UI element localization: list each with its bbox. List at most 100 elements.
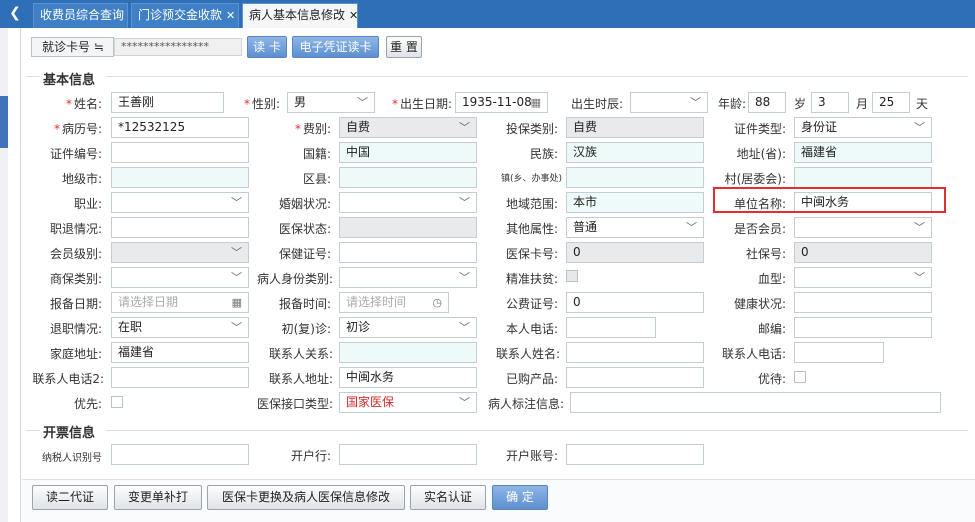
taxpayer-input[interactable]	[111, 444, 249, 465]
reprint-change-button[interactable]: 变更单补打	[114, 485, 202, 510]
other-attr-select[interactable]: 普通 ﹀	[566, 217, 704, 238]
reset-button[interactable]: 重 置	[386, 36, 422, 58]
nationality-input[interactable]: 中国	[339, 142, 477, 163]
section-divider	[26, 430, 40, 431]
contact-rel-label: 联系人关系:	[268, 347, 333, 361]
poverty-label: 精准扶贫:	[505, 272, 558, 286]
account-input[interactable]	[566, 444, 704, 465]
contact-phone2-label: 联系人电话2:	[32, 372, 104, 386]
bought-input[interactable]	[566, 367, 704, 388]
read-id-card-button[interactable]: 读二代证	[32, 485, 108, 510]
bank-input[interactable]	[339, 444, 477, 465]
chevron-down-icon: ﹀	[357, 96, 368, 109]
confirm-button[interactable]: 确 定	[492, 485, 548, 510]
section-title-basic: 基本信息	[43, 73, 96, 88]
province-input[interactable]: 福建省	[794, 142, 932, 163]
tab-label: 门诊预交金收款	[138, 8, 223, 22]
zip-input[interactable]	[794, 317, 932, 338]
tab-cashier-query[interactable]: 收费员综合查询	[33, 3, 128, 28]
priority-checkbox[interactable]	[111, 396, 123, 408]
card-no-value[interactable]: ****************	[114, 38, 242, 56]
phone-input[interactable]	[566, 317, 656, 338]
health-no-input[interactable]	[339, 242, 477, 263]
county-input[interactable]	[339, 167, 477, 188]
account-label: 开户账号:	[505, 449, 558, 463]
calendar-icon[interactable]: ▦	[531, 93, 541, 112]
vip-checkbox[interactable]	[794, 371, 806, 383]
health-status-label: 健康状况:	[733, 297, 786, 311]
age-months-input[interactable]: 3	[811, 92, 849, 113]
report-date-input[interactable]: 请选择日期 ▦	[111, 292, 249, 313]
report-time-input[interactable]: 请选择时间 ◷	[339, 292, 449, 313]
is-member-label: 是否会员:	[733, 222, 786, 236]
public-no-input[interactable]: 0	[566, 292, 704, 313]
ins-iface-label: 医保接口类型:	[256, 397, 333, 411]
left-sidebar-strip	[0, 28, 8, 522]
title-input[interactable]	[111, 217, 249, 238]
priority-label: 优先:	[73, 397, 102, 411]
ins-iface-select[interactable]: 国家医保 ﹀	[339, 392, 477, 413]
ecard-read-button[interactable]: 电子凭证读卡	[292, 36, 379, 58]
contact-rel-input[interactable]	[339, 342, 477, 363]
contact-phone2-input[interactable]	[111, 367, 249, 388]
close-icon[interactable]: ✕	[349, 9, 358, 22]
fee-type-select[interactable]: 自费 ﹀	[339, 117, 477, 138]
read-card-button[interactable]: 读 卡	[247, 36, 287, 58]
age-years-input[interactable]: 88	[748, 92, 786, 113]
real-name-auth-button[interactable]: 实名认证	[410, 485, 486, 510]
region-label: 地域范围:	[505, 197, 558, 211]
blood-select[interactable]: ﹀	[794, 267, 932, 288]
clock-icon[interactable]: ◷	[432, 293, 442, 312]
village-input[interactable]	[794, 167, 932, 188]
comm-ins-label: 商保类别:	[49, 272, 102, 286]
city-input[interactable]	[111, 167, 249, 188]
age-days-input[interactable]: 25	[872, 92, 910, 113]
phone-label: 本人电话:	[505, 322, 558, 336]
is-member-select[interactable]: ﹀	[794, 217, 932, 238]
tab-patient-info[interactable]: 病人基本信息修改 ✕	[242, 3, 358, 28]
report-time-label: 报备时间:	[278, 297, 331, 311]
patient-tag-label: 病人标注信息:	[487, 397, 564, 411]
contact-addr-input[interactable]: 中闽水务	[339, 367, 477, 388]
contact-name-input[interactable]	[566, 342, 704, 363]
close-icon[interactable]: ✕	[226, 9, 235, 22]
public-no-label: 公费证号:	[505, 297, 558, 311]
poverty-checkbox[interactable]	[566, 270, 578, 282]
dob-input[interactable]: 1935-11-08 ▦	[455, 92, 548, 113]
sex-select[interactable]: 男 ﹀	[287, 92, 375, 113]
cert-no-input[interactable]	[111, 142, 249, 163]
sidebar-marker	[0, 96, 8, 148]
chevron-down-icon: ﹀	[231, 271, 242, 284]
ethnic-input[interactable]: 汉族	[566, 142, 704, 163]
comm-ins-select[interactable]: ﹀	[111, 267, 249, 288]
member-level-select[interactable]: ﹀	[111, 242, 249, 263]
patient-tag-input[interactable]	[570, 392, 941, 413]
region-input[interactable]: 本市	[566, 192, 704, 213]
report-date-label: 报备日期:	[49, 297, 102, 311]
patient-id-type-select[interactable]: ﹀	[339, 267, 477, 288]
home-addr-input[interactable]: 福建省	[111, 342, 249, 363]
cert-type-select[interactable]: 身份证 ﹀	[794, 117, 932, 138]
chevron-down-icon: ﹀	[459, 396, 470, 409]
birth-time-select[interactable]: ﹀	[630, 92, 708, 113]
tab-prepayment[interactable]: 门诊预交金收款 ✕	[131, 3, 239, 28]
back-arrow-icon[interactable]: ❮	[0, 0, 30, 28]
retire-select[interactable]: 在职 ﹀	[111, 317, 249, 338]
calendar-icon[interactable]: ▦	[232, 293, 242, 312]
visit-type-select[interactable]: 初诊 ﹀	[339, 317, 477, 338]
card-no-label: 就诊卡号 ≒	[31, 37, 114, 57]
name-input[interactable]: 王善刚	[111, 92, 224, 113]
age-label: 年龄:	[717, 97, 746, 111]
contact-phone-label: 联系人电话:	[721, 347, 786, 361]
health-status-input[interactable]	[794, 292, 932, 313]
town-input[interactable]	[566, 167, 704, 188]
birth-time-label: 出生时辰:	[570, 97, 623, 111]
chevron-down-icon: ﹀	[914, 221, 925, 234]
contact-phone-input[interactable]	[794, 342, 884, 363]
chevron-down-icon: ﹀	[459, 321, 470, 334]
record-no-input[interactable]: *12532125	[111, 117, 249, 138]
job-select[interactable]: ﹀	[111, 192, 249, 213]
ins-card-change-button[interactable]: 医保卡更换及病人医保信息修改	[207, 485, 405, 510]
ins-status-input	[339, 217, 477, 238]
marital-select[interactable]: ﹀	[339, 192, 477, 213]
